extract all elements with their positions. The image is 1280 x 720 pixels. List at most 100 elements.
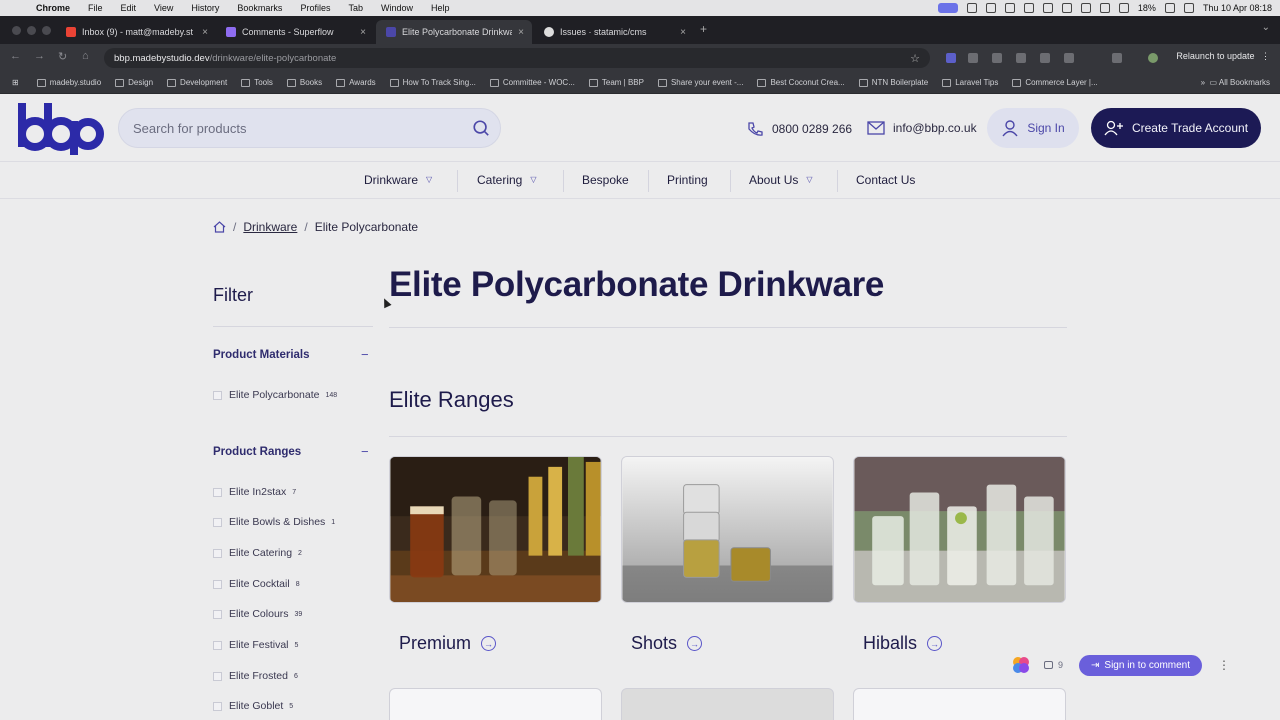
product-image[interactable] [621,456,834,603]
close-window-icon[interactable] [12,26,21,35]
bookmark-item[interactable]: Laravel Tips [942,78,998,87]
range-card-hiballs[interactable]: Hiballs → [853,456,1066,654]
range-card[interactable] [853,688,1066,720]
profile-avatar[interactable] [1148,53,1158,63]
checkbox[interactable] [213,671,222,681]
sign-in-to-comment-button[interactable]: ⇥ Sign in to comment [1079,654,1203,676]
bookmark-item[interactable]: Committee - WOC... [489,78,575,87]
bookmark-item[interactable]: How To Track Sing... [389,78,476,87]
home-icon[interactable] [213,221,226,233]
menu-app[interactable]: Chrome [36,3,80,13]
nav-catering[interactable]: Catering ▽ [477,173,540,187]
checkbox[interactable] [213,517,222,527]
apps-icon[interactable]: ⊞ [12,78,19,87]
filter-option[interactable]: Elite Festival 5 [213,639,298,651]
sign-in-button[interactable]: Sign In [987,108,1079,148]
menu-window[interactable]: Window [381,3,423,13]
superflow-logo-icon[interactable] [1012,656,1030,674]
collapse-icon[interactable]: − [361,444,369,459]
bookmark-item[interactable]: Share your event -... [657,78,743,87]
gear-icon[interactable] [1061,3,1072,13]
checkbox[interactable] [213,548,222,558]
nav-drinkware[interactable]: Drinkware ▽ [364,173,436,187]
card-caption[interactable]: Premium → [399,633,602,654]
menu-file[interactable]: File [88,3,113,13]
all-bookmarks[interactable]: » ▭ All Bookmarks [1201,78,1270,87]
filter-option[interactable]: Elite Goblet 5 [213,700,293,712]
checkbox[interactable] [213,390,222,400]
filter-option[interactable]: Elite Colours 39 [213,608,302,620]
status-icon[interactable] [1042,3,1053,13]
status-icon[interactable] [1080,3,1091,13]
browser-tab-github[interactable]: Issues · statamic/cms × [534,20,694,44]
extension-icon[interactable] [946,53,956,63]
extension-icon[interactable] [1064,53,1074,63]
clock[interactable]: Thu 10 Apr 08:18 [1203,3,1272,13]
back-icon[interactable]: ← [10,50,21,62]
menu-bookmarks[interactable]: Bookmarks [237,3,292,13]
close-tab-icon[interactable]: × [518,27,524,38]
card-caption[interactable]: Shots → [631,633,834,654]
checkbox[interactable] [213,640,222,650]
search-icon[interactable] [1183,3,1194,13]
status-icon[interactable] [1023,3,1034,13]
new-tab-icon[interactable]: + [700,22,707,36]
nav-contact-us[interactable]: Contact Us [856,173,915,187]
create-trade-account-button[interactable]: Create Trade Account [1091,108,1261,148]
checkbox[interactable] [213,487,222,497]
browser-tab-superflow[interactable]: Comments - Superflow × [216,20,374,44]
extension-icon[interactable] [1040,53,1050,63]
search-icon[interactable] [472,119,490,137]
nav-bespoke[interactable]: Bespoke [582,173,629,187]
search-input[interactable]: Search for products [118,108,501,148]
filter-option[interactable]: Elite Catering 2 [213,547,302,559]
bookmark-item[interactable]: Best Coconut Crea... [757,78,845,87]
extensions-puzzle-icon[interactable] [1112,53,1122,63]
extension-icon[interactable] [968,53,978,63]
address-bar[interactable]: bbp.madebystudio.dev/drinkware/elite-pol… [104,48,930,68]
bookmark-item[interactable]: Tools [241,78,273,87]
wifi-icon[interactable] [1164,3,1175,13]
bookmark-item[interactable]: Team | BBP [588,78,644,87]
range-card[interactable] [621,688,834,720]
close-tab-icon[interactable]: × [680,27,686,38]
filter-option[interactable]: Elite Polycarbonate 148 [213,389,337,401]
filter-group-ranges[interactable]: Product Ranges [213,446,301,458]
bookmark-item[interactable]: NTN Boilerplate [858,78,928,87]
bbp-logo[interactable] [18,101,104,155]
nav-about-us[interactable]: About Us ▽ [749,173,816,187]
status-icon[interactable] [1004,3,1015,13]
bookmark-item[interactable]: Awards [336,78,376,87]
extension-icon[interactable] [1016,53,1026,63]
menu-history[interactable]: History [191,3,229,13]
email-link[interactable]: info@bbp.co.uk [867,121,977,135]
home-icon[interactable]: ⌂ [82,50,89,62]
menu-help[interactable]: Help [431,3,460,13]
menu-profiles[interactable]: Profiles [300,3,340,13]
forward-icon[interactable]: → [34,50,45,62]
menu-tab[interactable]: Tab [348,3,373,13]
comment-count[interactable]: 9 [1044,660,1063,670]
browser-tab-gmail[interactable]: Inbox (9) - matt@madeby.st × [56,20,216,44]
phone-link[interactable]: 0800 0289 266 [746,121,852,137]
status-icon[interactable] [985,3,996,13]
browser-tab-active[interactable]: Elite Polycarbonate Drinkware × [376,20,532,44]
menu-view[interactable]: View [154,3,183,13]
bookmark-item[interactable]: Design [115,78,153,87]
menu-edit[interactable]: Edit [121,3,147,13]
card-caption[interactable]: Hiballs → [863,633,1066,654]
filter-option[interactable]: Elite Frosted 6 [213,670,298,682]
close-tab-icon[interactable]: × [202,27,208,38]
bluetooth-icon[interactable] [1118,3,1129,13]
minimize-window-icon[interactable] [27,26,36,35]
close-tab-icon[interactable]: × [360,27,366,38]
volume-icon[interactable] [1099,3,1110,13]
bookmark-item[interactable]: Commerce Layer |... [1012,78,1098,87]
maximize-window-icon[interactable] [42,26,51,35]
relaunch-button[interactable]: Relaunch to update [1176,51,1270,62]
tab-search-icon[interactable]: ⌄ [1262,22,1270,33]
more-options-icon[interactable]: ⋮ [1218,658,1230,672]
reload-icon[interactable]: ↻ [58,50,67,63]
checkbox[interactable] [213,609,222,619]
bookmark-item[interactable]: Development [167,78,227,87]
